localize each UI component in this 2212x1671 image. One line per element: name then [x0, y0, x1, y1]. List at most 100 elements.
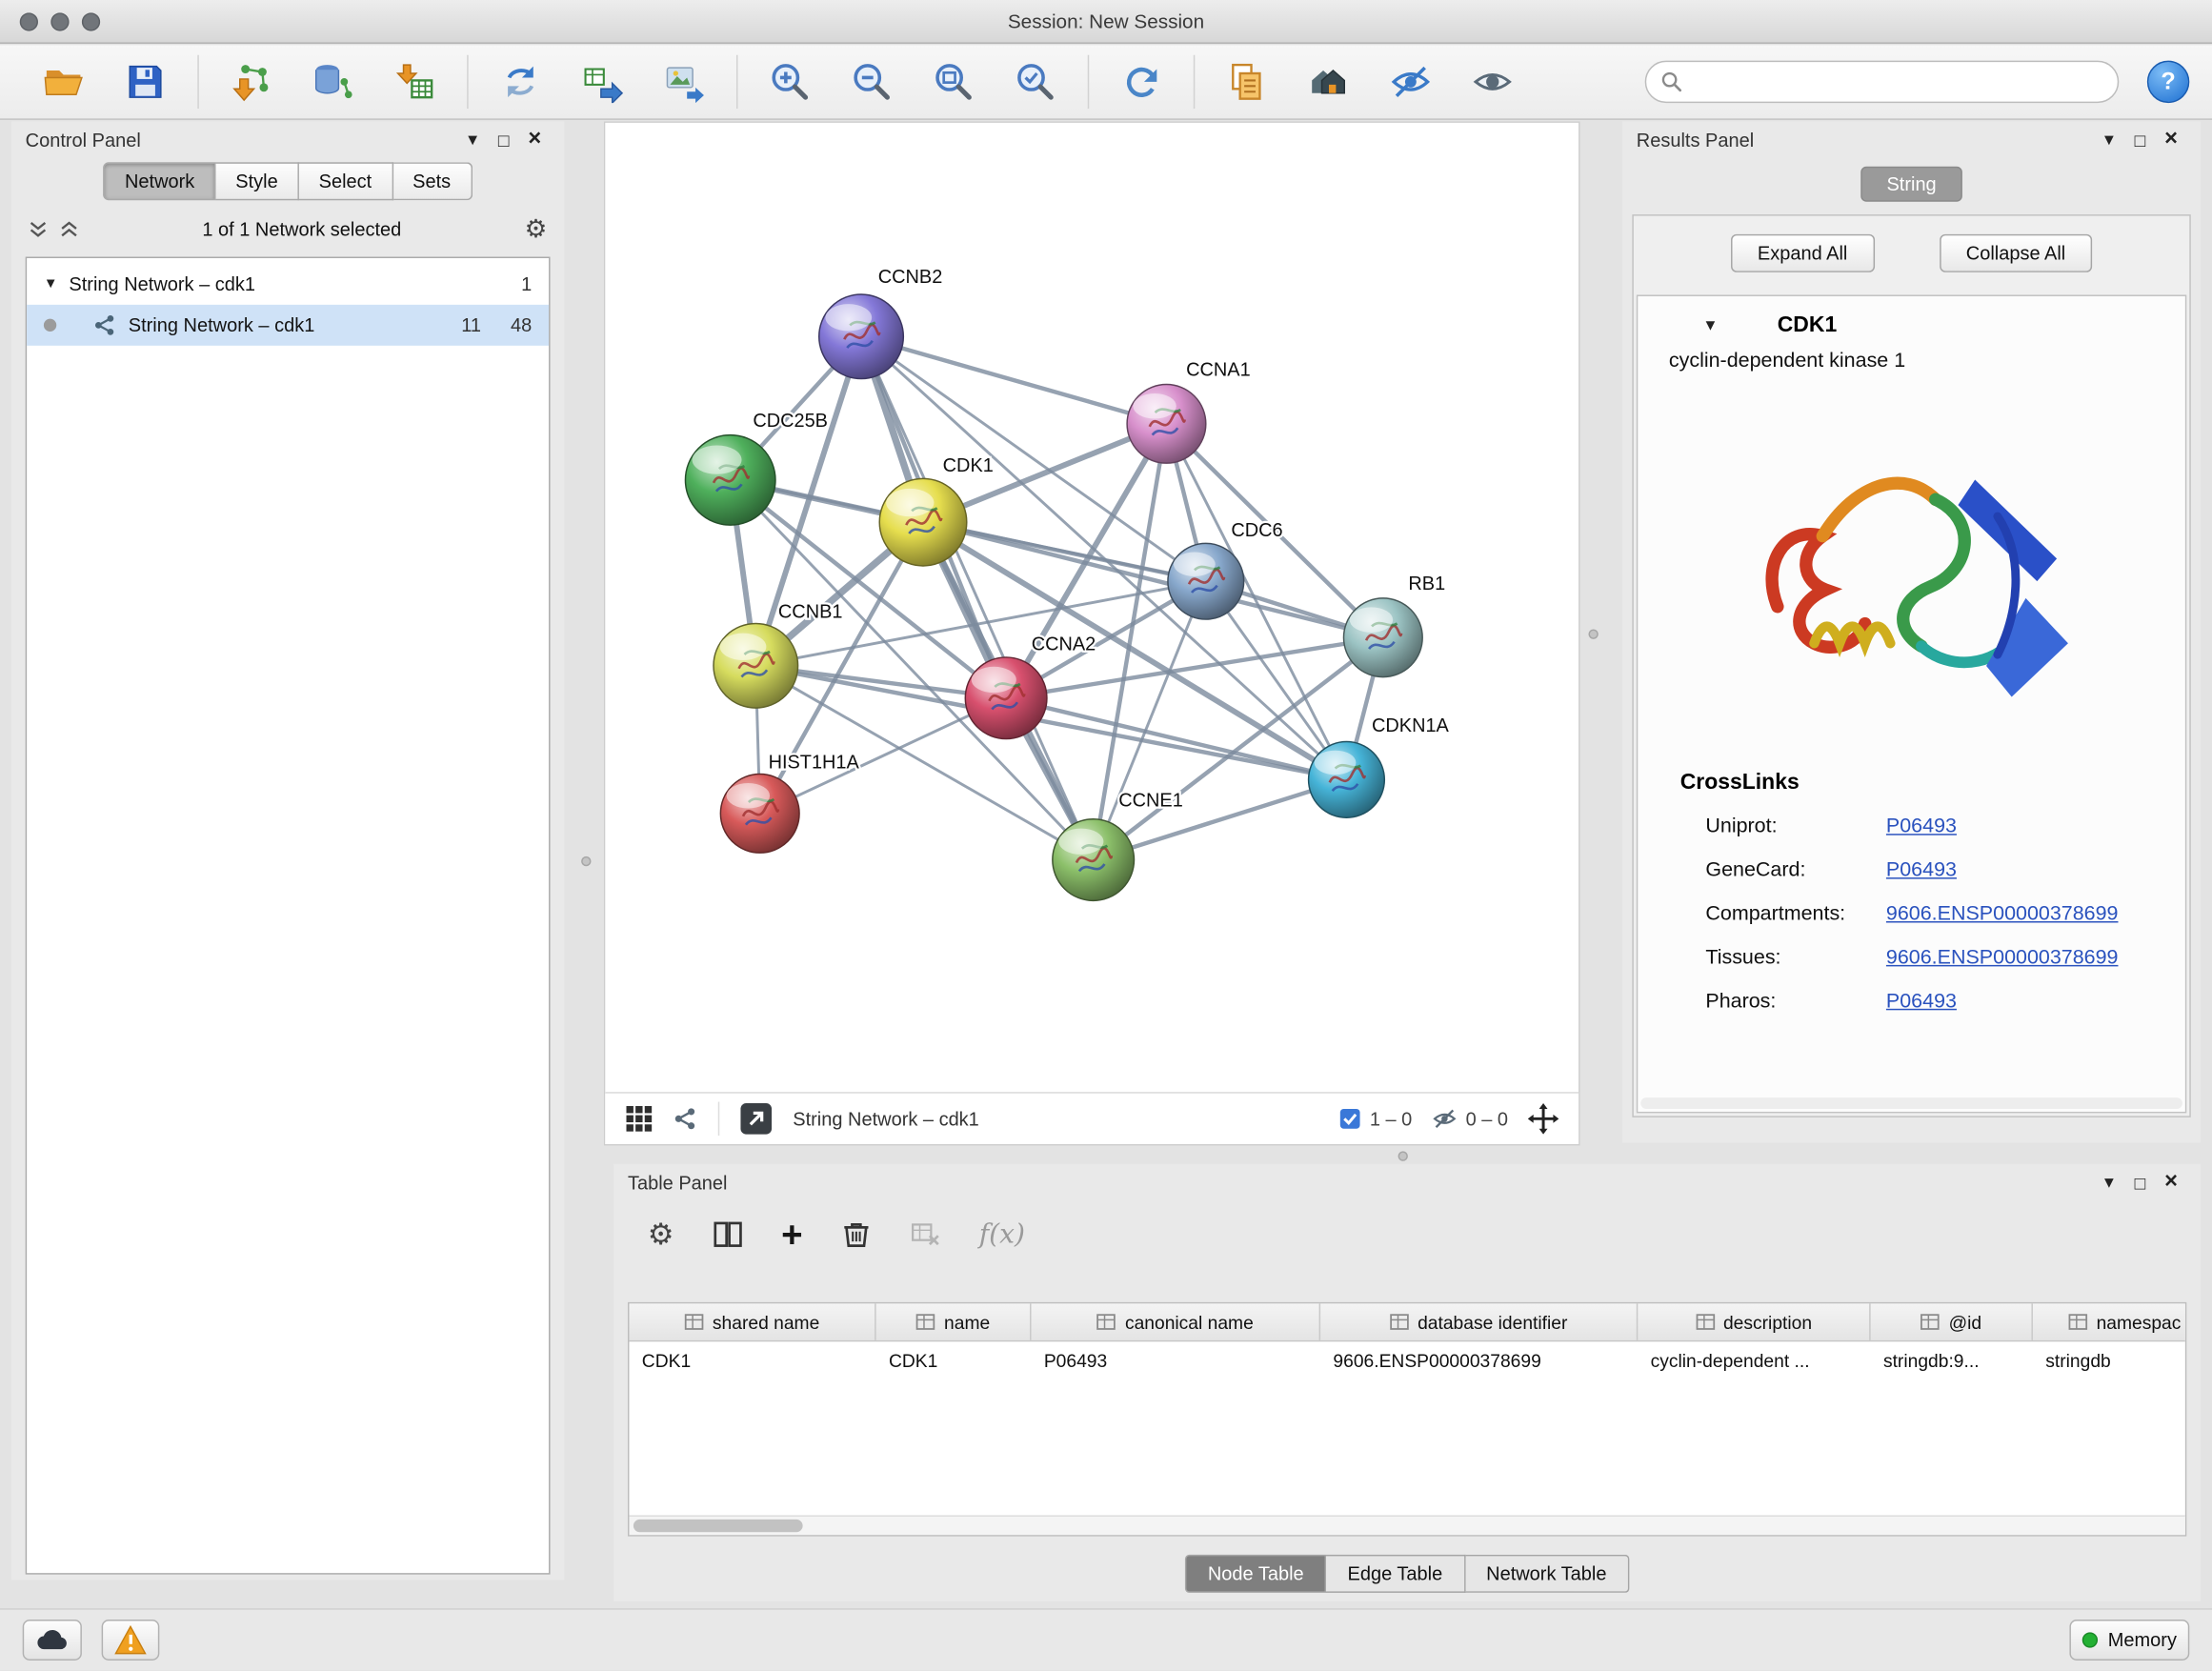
search-box[interactable] — [1645, 61, 2120, 103]
network-row[interactable]: String Network – cdk1 11 48 — [27, 305, 549, 346]
string-view-icon[interactable] — [673, 1106, 698, 1132]
collapse-all-icon[interactable] — [29, 219, 49, 239]
apply-layout-icon[interactable] — [1116, 56, 1166, 107]
network-edge[interactable] — [1006, 698, 1346, 780]
crosslink-pharos-link[interactable]: P06493 — [1886, 990, 1957, 1013]
zoom-out-icon[interactable] — [847, 56, 897, 107]
search-input[interactable] — [1693, 71, 2103, 92]
network-node-cdkn1a[interactable]: CDKN1A — [1309, 715, 1450, 817]
network-node-ccnb2[interactable]: CCNB2 — [819, 267, 943, 378]
network-canvas[interactable]: CCNB2CCNA1CDC25BCDK1CDC6RB1CCNB1CCNA2CDK… — [605, 123, 1579, 1092]
scrollbar-thumb[interactable] — [633, 1520, 803, 1532]
import-network-file-icon[interactable] — [226, 56, 276, 107]
network-options-gear-icon[interactable]: ⚙ — [525, 214, 548, 244]
home-icon[interactable] — [1303, 56, 1354, 107]
window-minimize-button[interactable] — [50, 12, 69, 30]
tab-select[interactable]: Select — [299, 162, 393, 200]
card-scrollbar[interactable] — [1640, 1097, 2182, 1109]
left-splitter-handle[interactable] — [581, 856, 591, 866]
column-header[interactable]: database identifier — [1320, 1303, 1638, 1340]
tab-network[interactable]: Network — [104, 162, 216, 200]
panel-menu-icon[interactable]: ▾ — [2094, 129, 2125, 151]
hide-graphics-eye-slash-icon[interactable] — [1385, 56, 1436, 107]
window-zoom-button[interactable] — [82, 12, 100, 30]
zoom-in-icon[interactable] — [765, 56, 815, 107]
right-splitter-handle[interactable] — [1588, 629, 1598, 638]
network-node-hist1h1a[interactable]: HIST1H1A — [720, 753, 859, 854]
crosslink-uniprot-link[interactable]: P06493 — [1886, 815, 1957, 837]
panel-float-icon[interactable]: □ — [2124, 129, 2156, 150]
network-node-ccne1[interactable]: CCNE1 — [1053, 790, 1183, 900]
collapse-all-button[interactable]: Collapse All — [1940, 234, 2093, 272]
zoom-fit-icon[interactable] — [928, 56, 978, 107]
column-header[interactable]: namespac — [2033, 1303, 2186, 1340]
expand-all-icon[interactable] — [59, 219, 79, 239]
show-graphics-eye-icon[interactable] — [1467, 56, 1518, 107]
tab-sets[interactable]: Sets — [392, 162, 472, 200]
crosslink-genecard-link[interactable]: P06493 — [1886, 858, 1957, 881]
network-edge[interactable] — [861, 336, 1094, 859]
network-node-ccnb1[interactable]: CCNB1 — [714, 602, 842, 709]
section-collapse-icon[interactable]: ▼ — [1702, 317, 1718, 334]
table-options-gear-icon[interactable]: ⚙ — [648, 1217, 674, 1252]
bottom-splitter-handle[interactable] — [1398, 1151, 1408, 1160]
import-table-icon[interactable] — [390, 56, 440, 107]
memory-button[interactable]: Memory — [2070, 1620, 2190, 1661]
show-columns-icon[interactable] — [713, 1218, 744, 1250]
copy-document-icon[interactable] — [1221, 56, 1272, 107]
expand-all-button[interactable]: Expand All — [1731, 234, 1875, 272]
help-glyph: ? — [2161, 68, 2175, 96]
network-collection-count: 1 — [521, 273, 532, 294]
column-header[interactable]: name — [876, 1303, 1032, 1340]
network-from-table-icon[interactable] — [577, 56, 628, 107]
node-label: RB1 — [1408, 574, 1445, 594]
column-header[interactable]: description — [1638, 1303, 1870, 1340]
node-label: CCNE1 — [1118, 790, 1183, 811]
new-network-icon[interactable] — [495, 56, 546, 107]
help-button[interactable]: ? — [2147, 61, 2189, 103]
tab-style[interactable]: Style — [216, 162, 299, 200]
network-node-ccna1[interactable]: CCNA1 — [1127, 360, 1251, 464]
panel-close-icon[interactable]: × — [519, 127, 551, 152]
panel-menu-icon[interactable]: ▾ — [2094, 1171, 2125, 1194]
detach-view-icon[interactable] — [739, 1102, 774, 1137]
panel-menu-icon[interactable]: ▾ — [457, 129, 489, 151]
export-image-icon[interactable] — [659, 56, 710, 107]
open-session-icon[interactable] — [38, 56, 89, 107]
crosslink-compartments-link[interactable]: 9606.ENSP00000378699 — [1886, 902, 2119, 925]
pan-crosshair-icon[interactable] — [1528, 1103, 1559, 1135]
column-header[interactable]: canonical name — [1032, 1303, 1321, 1340]
tree-expanded-icon[interactable]: ▼ — [44, 276, 58, 292]
network-node-cdk1[interactable]: CDK1 — [879, 455, 994, 566]
add-column-icon[interactable]: + — [781, 1220, 802, 1249]
network-node-rb1[interactable]: RB1 — [1343, 574, 1445, 677]
delete-column-trash-icon[interactable] — [841, 1218, 873, 1250]
tab-node-table[interactable]: Node Table — [1185, 1555, 1326, 1593]
table-row[interactable]: CDK1 CDK1 P06493 9606.ENSP00000378699 cy… — [629, 1341, 2184, 1379]
tab-edge-table[interactable]: Edge Table — [1326, 1555, 1465, 1593]
panel-float-icon[interactable]: □ — [2124, 1172, 2156, 1193]
save-session-icon[interactable] — [120, 56, 171, 107]
network-collection-row[interactable]: ▼ String Network – cdk1 1 — [27, 264, 549, 305]
selected-checkbox-icon[interactable] — [1338, 1107, 1361, 1130]
zoom-selected-icon[interactable] — [1010, 56, 1060, 107]
node-label: CDK1 — [943, 455, 994, 476]
panel-close-icon[interactable]: × — [2156, 127, 2187, 152]
crosslink-tissues-link[interactable]: 9606.ENSP00000378699 — [1886, 946, 2119, 969]
network-node-cdc6[interactable]: CDC6 — [1168, 520, 1283, 619]
panel-float-icon[interactable]: □ — [488, 129, 519, 150]
table-horizontal-scrollbar[interactable] — [629, 1515, 2184, 1535]
import-network-database-icon[interactable] — [308, 56, 358, 107]
column-header[interactable]: shared name — [629, 1303, 875, 1340]
warnings-button[interactable] — [102, 1620, 160, 1661]
tab-string[interactable]: String — [1861, 167, 1962, 202]
column-header[interactable]: @id — [1871, 1303, 2033, 1340]
network-view: CCNB2CCNA1CDC25BCDK1CDC6RB1CCNB1CCNA2CDK… — [604, 121, 1580, 1145]
tab-network-table[interactable]: Network Table — [1465, 1555, 1629, 1593]
window-close-button[interactable] — [20, 12, 38, 30]
hidden-eye-slash-icon[interactable] — [1432, 1106, 1458, 1132]
cloud-button[interactable] — [23, 1620, 82, 1661]
grid-mode-icon[interactable] — [625, 1105, 654, 1134]
panel-close-icon[interactable]: × — [2156, 1170, 2187, 1196]
function-builder-icon[interactable]: f(x) — [979, 1218, 1025, 1250]
